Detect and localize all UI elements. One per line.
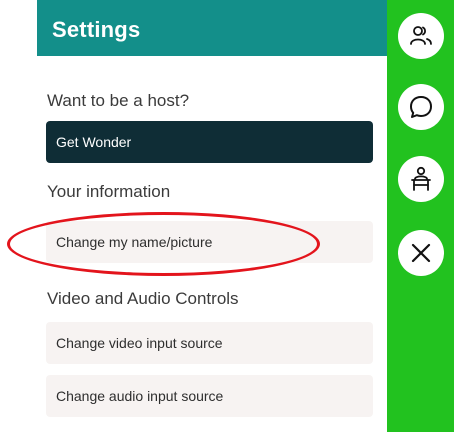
- presenter-button[interactable]: [398, 156, 444, 202]
- people-icon: [410, 26, 432, 45]
- chat-bubble-icon: [410, 96, 432, 118]
- info-section-label: Your information: [47, 182, 171, 201]
- settings-panel: Settings Want to be a host? Get Wonder Y…: [37, 0, 387, 432]
- close-icon: [411, 243, 431, 263]
- close-button[interactable]: [398, 230, 444, 276]
- settings-title: Settings: [52, 17, 141, 42]
- get-wonder-button[interactable]: Get Wonder: [46, 121, 373, 163]
- chat-button[interactable]: [398, 84, 444, 130]
- presenter-icon: [411, 166, 431, 191]
- left-margin: [0, 0, 37, 432]
- host-section-label: Want to be a host?: [47, 91, 190, 110]
- av-section-label: Video and Audio Controls: [47, 289, 239, 308]
- change-audio-input-button[interactable]: Change audio input source: [46, 375, 373, 417]
- change-video-input-button[interactable]: Change video input source: [46, 322, 373, 364]
- right-action-rail: [387, 0, 454, 432]
- change-name-picture-button[interactable]: Change my name/picture: [46, 221, 373, 263]
- settings-header: Settings: [37, 0, 387, 56]
- people-button[interactable]: [398, 13, 444, 59]
